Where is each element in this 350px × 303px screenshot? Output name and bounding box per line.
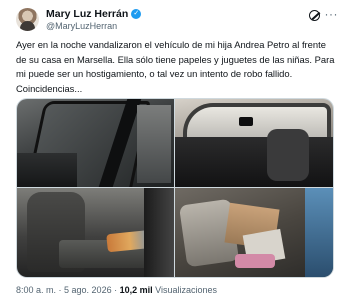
timestamp-date[interactable]: 5 ago. 2026 xyxy=(64,285,112,295)
author-name[interactable]: Mary Luz Herrán xyxy=(46,8,128,20)
grok-icon[interactable] xyxy=(309,10,320,21)
photo-car-interior[interactable] xyxy=(175,99,333,187)
author-name-line[interactable]: Mary Luz Herrán ✓ xyxy=(46,8,142,20)
tweet-text: Ayer en la noche vandalizaron el vehícul… xyxy=(16,39,335,94)
side-mirror xyxy=(239,117,253,126)
door-panel xyxy=(17,153,77,187)
open-door xyxy=(144,188,174,277)
front-seat xyxy=(267,129,309,181)
views-label: Visualizaciones xyxy=(155,285,217,295)
photo-trunk-items[interactable] xyxy=(175,188,333,277)
tweet-meta: 8:00 a. m. · 5 ago. 2026 · 10,2 mil Visu… xyxy=(16,285,217,295)
photo-back-seat[interactable] xyxy=(17,188,174,277)
meta-separator: · xyxy=(111,285,120,295)
blue-panel xyxy=(305,188,333,277)
more-options-icon[interactable]: ··· xyxy=(325,6,339,22)
tweet-header: Mary Luz Herrán ✓ @MaryLuzHerran ··· xyxy=(16,6,338,32)
verified-badge-icon: ✓ xyxy=(131,9,142,19)
tweet-card: Mary Luz Herrán ✓ @MaryLuzHerran ··· Aye… xyxy=(0,0,350,303)
dashboard xyxy=(175,137,333,187)
views-count: 10,2 mil xyxy=(119,285,153,295)
media-grid xyxy=(16,98,334,278)
window-reflection xyxy=(137,105,171,183)
photo-broken-window[interactable] xyxy=(17,99,174,187)
meta-separator: · xyxy=(56,285,65,295)
timestamp-time[interactable]: 8:00 a. m. xyxy=(16,285,56,295)
avatar[interactable] xyxy=(16,8,39,31)
author-handle[interactable]: @MaryLuzHerran xyxy=(46,21,117,31)
pink-item xyxy=(235,254,275,268)
